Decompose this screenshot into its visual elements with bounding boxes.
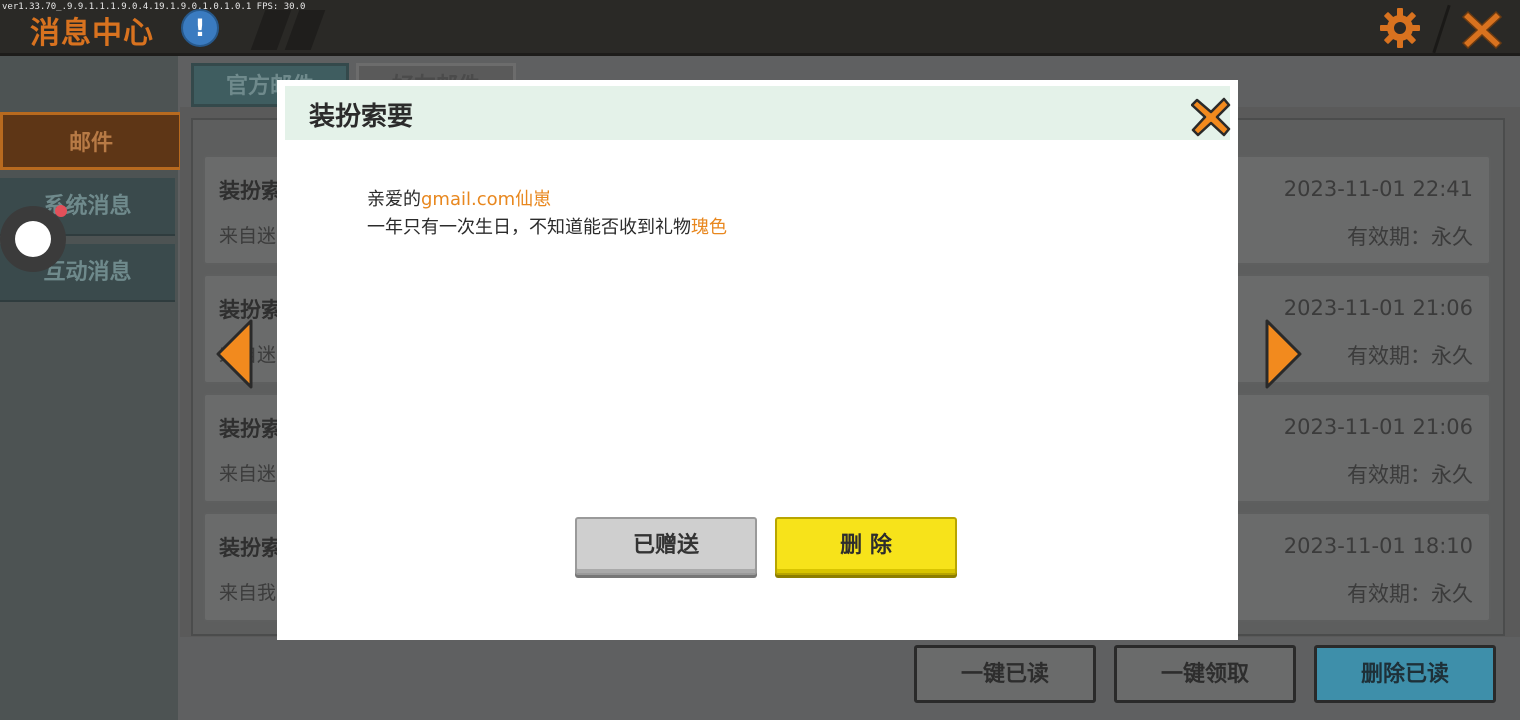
claim-all-button[interactable]: 一键领取 xyxy=(1114,645,1296,703)
next-arrow-icon[interactable] xyxy=(1264,318,1304,390)
previous-arrow-icon[interactable] xyxy=(214,318,254,390)
divider xyxy=(1432,4,1451,54)
message-line-2: 一年只有一次生日，不知道能否收到礼物瑰色 xyxy=(367,213,727,239)
delete-button[interactable]: 删 除 xyxy=(775,517,957,575)
decorative-stripe xyxy=(250,10,292,50)
message-greeting: 亲爱的 xyxy=(367,189,421,210)
info-icon[interactable]: ! xyxy=(181,9,219,47)
mail-date: 2023-11-01 22:41 xyxy=(1283,177,1473,201)
mail-validity: 有效期：永久 xyxy=(1347,463,1473,487)
page-title: 消息中心 xyxy=(30,16,154,51)
notification-dot xyxy=(55,205,67,217)
requested-item: 瑰色 xyxy=(691,217,727,238)
top-bar: ver1.33.70_.9.9.1.1.1.9.0.4.19.1.9.0.1.0… xyxy=(0,0,1520,56)
decorative-stripe xyxy=(284,10,326,50)
mail-title: 装扮索 xyxy=(219,179,282,203)
mail-sender: 来自我 xyxy=(219,582,277,604)
sidebar-item-label: 邮件 xyxy=(68,131,113,156)
mark-all-read-button[interactable]: 一键已读 xyxy=(914,645,1096,703)
mail-title: 装扮索 xyxy=(219,417,282,441)
mail-sender: 来自迷 xyxy=(219,225,277,247)
mail-sender: 来自迷 xyxy=(219,463,277,485)
message-line-1: 亲爱的gmail.com仙崽 xyxy=(367,185,551,211)
recipient-name: gmail.com仙崽 xyxy=(421,189,552,210)
mail-validity: 有效期：永久 xyxy=(1347,225,1473,249)
floating-joystick[interactable] xyxy=(0,206,66,272)
dialog-header: 装扮索要 xyxy=(285,86,1231,140)
delete-read-button[interactable]: 删除已读 xyxy=(1314,645,1496,703)
close-icon[interactable] xyxy=(1460,8,1504,52)
sidebar-item-mail[interactable]: 邮件 xyxy=(0,112,182,170)
gear-icon[interactable] xyxy=(1378,6,1422,50)
mail-date: 2023-11-01 18:10 xyxy=(1283,534,1473,558)
sidebar-item-label: 互动消息 xyxy=(43,260,132,285)
close-icon[interactable] xyxy=(1191,96,1231,138)
joystick-knob[interactable] xyxy=(15,221,51,257)
mail-validity: 有效期：永久 xyxy=(1347,582,1473,606)
message-body: 一年只有一次生日，不知道能否收到礼物 xyxy=(367,217,691,238)
gifted-button[interactable]: 已赠送 xyxy=(575,517,757,575)
mail-title: 装扮索 xyxy=(219,536,282,560)
mail-date: 2023-11-01 21:06 xyxy=(1283,415,1473,439)
dialog-title: 装扮索要 xyxy=(309,102,414,132)
outfit-request-dialog: 装扮索要 亲爱的gmail.com仙崽 一年只有一次生日，不知道能否收到礼物瑰色… xyxy=(277,80,1238,640)
mail-date: 2023-11-01 21:06 xyxy=(1283,296,1473,320)
mail-validity: 有效期：永久 xyxy=(1347,344,1473,368)
